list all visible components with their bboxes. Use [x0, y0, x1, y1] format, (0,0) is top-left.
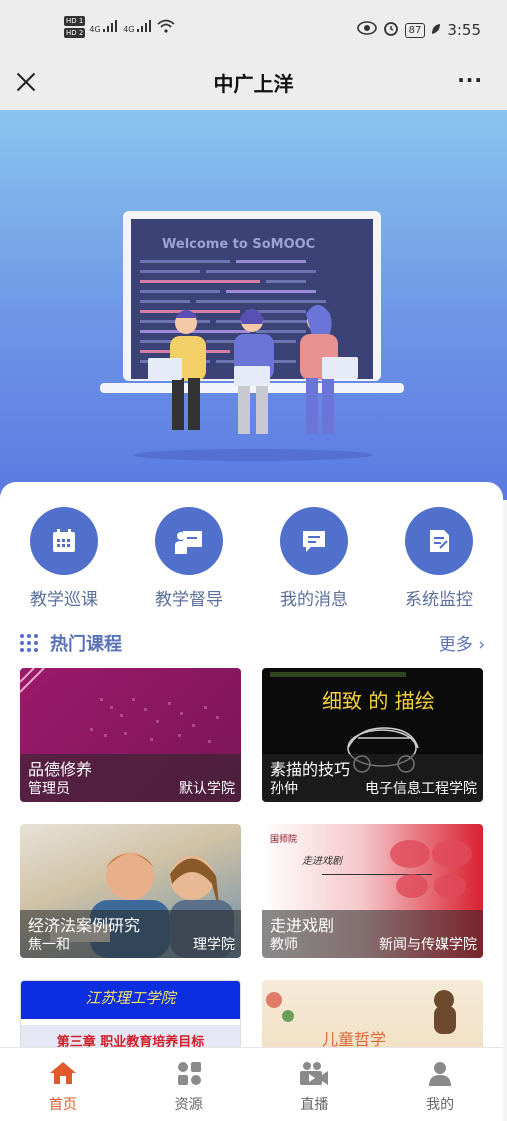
- quick-item-label: 系统监控: [405, 590, 473, 610]
- quick-item-monitor[interactable]: 系统监控: [387, 507, 491, 610]
- course-card[interactable]: 细致 的 描绘 素描的技巧 孙仲 电子信息工程学院: [262, 668, 483, 802]
- course-school: 默认学院: [179, 781, 235, 797]
- course-school: 电子信息工程学院: [365, 781, 477, 797]
- quick-item-label: 教学督导: [155, 590, 223, 610]
- course-teacher: 管理员: [28, 781, 70, 797]
- tab-label: 资源: [174, 1097, 203, 1113]
- tab-label: 直播: [300, 1097, 329, 1113]
- main-content: 教学巡课 教学督导 我的消息 系统监控 热门课程 更多 › 品德修养 管理员 默…: [0, 482, 503, 1047]
- chevron-right-icon: ›: [478, 635, 485, 655]
- course-card[interactable]: 国师院 走进戏剧 走进戏剧 教师 新闻与传媒学院: [262, 824, 483, 958]
- course-school: 理学院: [193, 937, 235, 953]
- quick-item-supervision[interactable]: 教学督导: [137, 507, 241, 610]
- course-card[interactable]: 品德修养 管理员 默认学院: [20, 668, 241, 802]
- tab-label: 首页: [48, 1097, 77, 1113]
- status-right: 87 3:55: [356, 20, 481, 40]
- course-title: 品德修养: [28, 760, 93, 779]
- course-title: 经济法案例研究: [28, 916, 141, 935]
- section-title: 热门课程: [50, 634, 122, 655]
- profile-icon: [429, 1062, 452, 1086]
- live-icon: [300, 1062, 329, 1085]
- course-title: 素描的技巧: [270, 760, 351, 779]
- tab-label: 我的: [426, 1097, 455, 1113]
- course-card[interactable]: 江苏理工学院 第三章 职业教育培养目标: [20, 980, 241, 1047]
- course-teacher: 焦一和: [28, 937, 70, 953]
- calendar-icon: [53, 529, 75, 552]
- course-cover: 儿童哲学: [266, 990, 456, 1047]
- svg-text:细致 的 描绘: 细致 的 描绘: [322, 689, 435, 713]
- course-teacher: 教师: [270, 937, 298, 953]
- svg-text:国师院: 国师院: [270, 833, 297, 845]
- svg-text:Welcome to SoMOOC: Welcome to SoMOOC: [162, 237, 315, 252]
- signal-2-icon: 4G: [123, 20, 153, 34]
- leaf-icon: [431, 21, 441, 39]
- signal-1-icon: 4G: [89, 20, 119, 34]
- document-icon: [430, 530, 449, 552]
- quick-item-messages[interactable]: 我的消息: [262, 507, 366, 610]
- status-bar: HD 1 HD 2 4G 4G 87 3:55: [0, 0, 507, 60]
- clock-time: 3:55: [447, 21, 481, 39]
- quick-item-label: 教学巡课: [30, 590, 98, 610]
- message-icon: [303, 531, 325, 552]
- course-title: 走进戏剧: [270, 916, 335, 935]
- alarm-icon: [383, 20, 399, 40]
- banner-illustration: Welcome to SoMOOC: [100, 211, 404, 461]
- hot-courses-header: 热门课程 更多 ›: [18, 630, 485, 656]
- cover-text: 第三章 职业教育培养目标: [56, 1035, 205, 1047]
- course-card[interactable]: 经济法案例研究 焦一和 理学院: [20, 824, 241, 958]
- signal-group: HD 1 HD 2 4G 4G: [64, 16, 175, 38]
- more-courses-link[interactable]: 更多 ›: [439, 630, 485, 655]
- battery-level: 87: [404, 22, 426, 38]
- page-title: 中广上洋: [213, 72, 294, 96]
- cover-text: 江苏理工学院: [85, 989, 176, 1007]
- quick-item-inspection[interactable]: 教学巡课: [12, 507, 116, 610]
- more-options-button[interactable]: ···: [457, 68, 483, 92]
- hd2-badge: HD 2: [64, 28, 86, 38]
- wifi-icon: [157, 19, 175, 36]
- bottom-tab-bar: 首页 资源 直播 我的: [0, 1047, 503, 1121]
- course-teacher: 孙仲: [270, 781, 298, 797]
- tab-live[interactable]: 直播: [252, 1048, 378, 1121]
- eye-icon: [356, 21, 377, 39]
- quick-menu: 教学巡课 教学督导 我的消息 系统监控: [0, 482, 503, 610]
- nav-bar: 中广上洋 ···: [0, 60, 507, 110]
- course-school: 新闻与传媒学院: [379, 937, 477, 953]
- tab-home[interactable]: 首页: [0, 1048, 126, 1121]
- teacher-board-icon: [175, 531, 202, 554]
- grid-icon: [20, 634, 38, 652]
- banner-image[interactable]: Welcome to SoMOOC: [0, 110, 507, 500]
- home-icon: [49, 1062, 76, 1084]
- quick-item-label: 我的消息: [280, 590, 348, 610]
- svg-text:走进戏剧: 走进戏剧: [302, 855, 344, 867]
- resource-icon: [177, 1062, 201, 1085]
- tab-profile[interactable]: 我的: [377, 1048, 503, 1121]
- svg-text:儿童哲学: 儿童哲学: [322, 1030, 386, 1047]
- hd1-badge: HD 1: [64, 16, 86, 26]
- tab-resources[interactable]: 资源: [126, 1048, 252, 1121]
- course-card[interactable]: 儿童哲学: [262, 980, 483, 1047]
